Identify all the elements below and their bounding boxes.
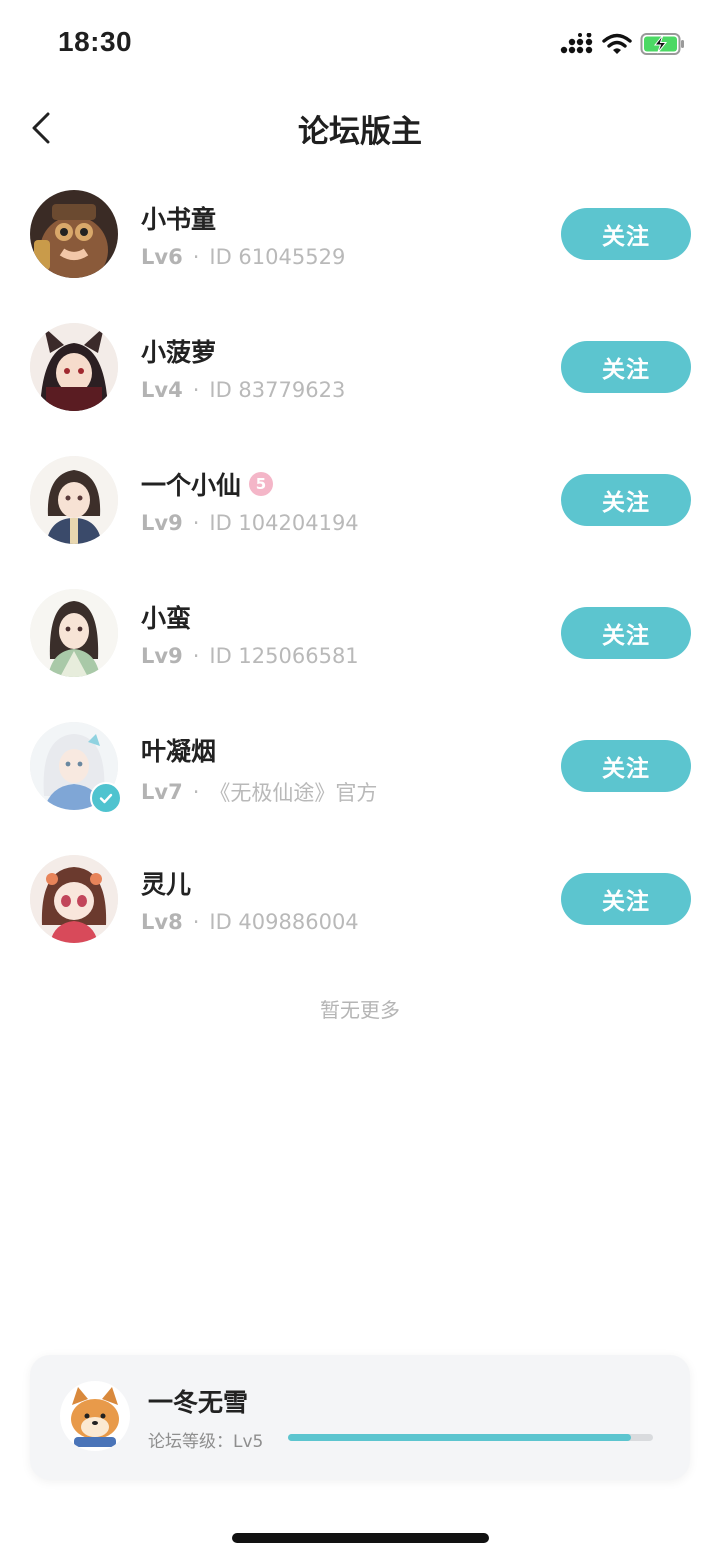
list-item: 一个小仙 5 Lv9 · ID 104204194 关注 xyxy=(0,434,720,567)
separator-dot: · xyxy=(192,780,200,804)
user-meta: Lv8 · ID 409886004 xyxy=(141,910,359,934)
user-meta: Lv6 · ID 61045529 xyxy=(141,245,345,269)
separator-dot: · xyxy=(192,910,200,934)
user-level: Lv8 xyxy=(141,910,183,934)
follow-button[interactable]: 关注 xyxy=(561,208,691,260)
list-item: 灵儿 Lv8 · ID 409886004 关注 xyxy=(0,833,720,966)
list-item: 叶凝烟 Lv7 · 《无极仙途》官方 关注 xyxy=(0,700,720,833)
list-item: 小蛮 Lv9 · ID 125066581 关注 xyxy=(0,567,720,700)
separator-dot: · xyxy=(192,644,200,668)
home-indicator[interactable] xyxy=(232,1533,489,1543)
user-name: 小蛮 xyxy=(141,604,192,633)
user-level: Lv9 xyxy=(141,511,183,535)
level-progress-fill xyxy=(288,1434,632,1441)
user-id: ID 83779623 xyxy=(209,378,346,402)
follow-button[interactable]: 关注 xyxy=(561,341,691,393)
user-name: 叶凝烟 xyxy=(141,737,217,766)
user-id: ID 104204194 xyxy=(209,511,359,535)
user-name: 一个小仙 5 xyxy=(141,466,274,502)
page-title: 论坛版主 xyxy=(298,114,422,150)
avatar[interactable] xyxy=(30,323,118,411)
follow-button[interactable]: 关注 xyxy=(561,474,691,526)
avatar-image xyxy=(30,323,118,411)
user-id: ID 409886004 xyxy=(209,910,359,934)
moderator-list: 小书童 Lv6 · ID 61045529 关注 小菠萝 Lv4 · ID 83… xyxy=(0,168,720,966)
user-name: 小菠萝 xyxy=(141,338,217,367)
cellular-signal-icon xyxy=(560,33,593,54)
user-level: Lv4 xyxy=(141,378,183,402)
list-end-text: 暂无更多 xyxy=(320,998,400,1022)
follow-button[interactable]: 关注 xyxy=(561,873,691,925)
follow-button[interactable]: 关注 xyxy=(561,607,691,659)
status-time: 18:30 xyxy=(58,26,133,57)
status-bar: 18:30 xyxy=(0,0,720,90)
avatar[interactable] xyxy=(30,589,118,677)
user-meta: Lv9 · ID 104204194 xyxy=(141,511,359,535)
avatar xyxy=(60,1381,130,1451)
avatar[interactable] xyxy=(30,190,118,278)
avatar[interactable] xyxy=(30,855,118,943)
wifi-icon xyxy=(602,33,632,54)
user-meta: Lv9 · ID 125066581 xyxy=(141,644,359,668)
avatar-image xyxy=(60,1381,130,1451)
separator-dot: · xyxy=(192,511,200,535)
user-name: 灵儿 xyxy=(141,870,192,899)
user-name: 小书童 xyxy=(141,205,217,234)
user-level: Lv7 xyxy=(141,780,183,804)
user-meta: Lv7 · 《无极仙途》官方 xyxy=(141,777,377,807)
follow-button[interactable]: 关注 xyxy=(561,740,691,792)
current-user-name: 一冬无雪 xyxy=(148,1388,249,1417)
list-item: 小菠萝 Lv4 · ID 83779623 关注 xyxy=(0,301,720,434)
user-level: Lv9 xyxy=(141,644,183,668)
user-detail: 《无极仙途》官方 xyxy=(209,781,378,805)
user-id: ID 61045529 xyxy=(209,245,346,269)
battery-charging-icon xyxy=(640,33,684,55)
avatar-image xyxy=(30,456,118,544)
status-icons xyxy=(560,32,686,56)
user-id: ID 125066581 xyxy=(209,644,359,668)
forum-level-label: 论坛等级：Lv5 xyxy=(148,1432,264,1452)
list-item: 小书童 Lv6 · ID 61045529 关注 xyxy=(0,168,720,301)
separator-dot: · xyxy=(192,378,200,402)
avatar[interactable] xyxy=(30,456,118,544)
avatar-image xyxy=(30,855,118,943)
verified-badge-icon xyxy=(90,782,122,814)
nav-header: 论坛版主 xyxy=(0,92,720,164)
level-progress-bar xyxy=(288,1434,653,1441)
user-badge: 5 xyxy=(249,472,274,496)
separator-dot: · xyxy=(192,245,200,269)
user-meta: Lv4 · ID 83779623 xyxy=(141,378,345,402)
user-level: Lv6 xyxy=(141,245,183,269)
avatar-image xyxy=(30,190,118,278)
avatar-image xyxy=(30,589,118,677)
current-user-card[interactable]: 一冬无雪 论坛等级：Lv5 xyxy=(30,1355,690,1480)
